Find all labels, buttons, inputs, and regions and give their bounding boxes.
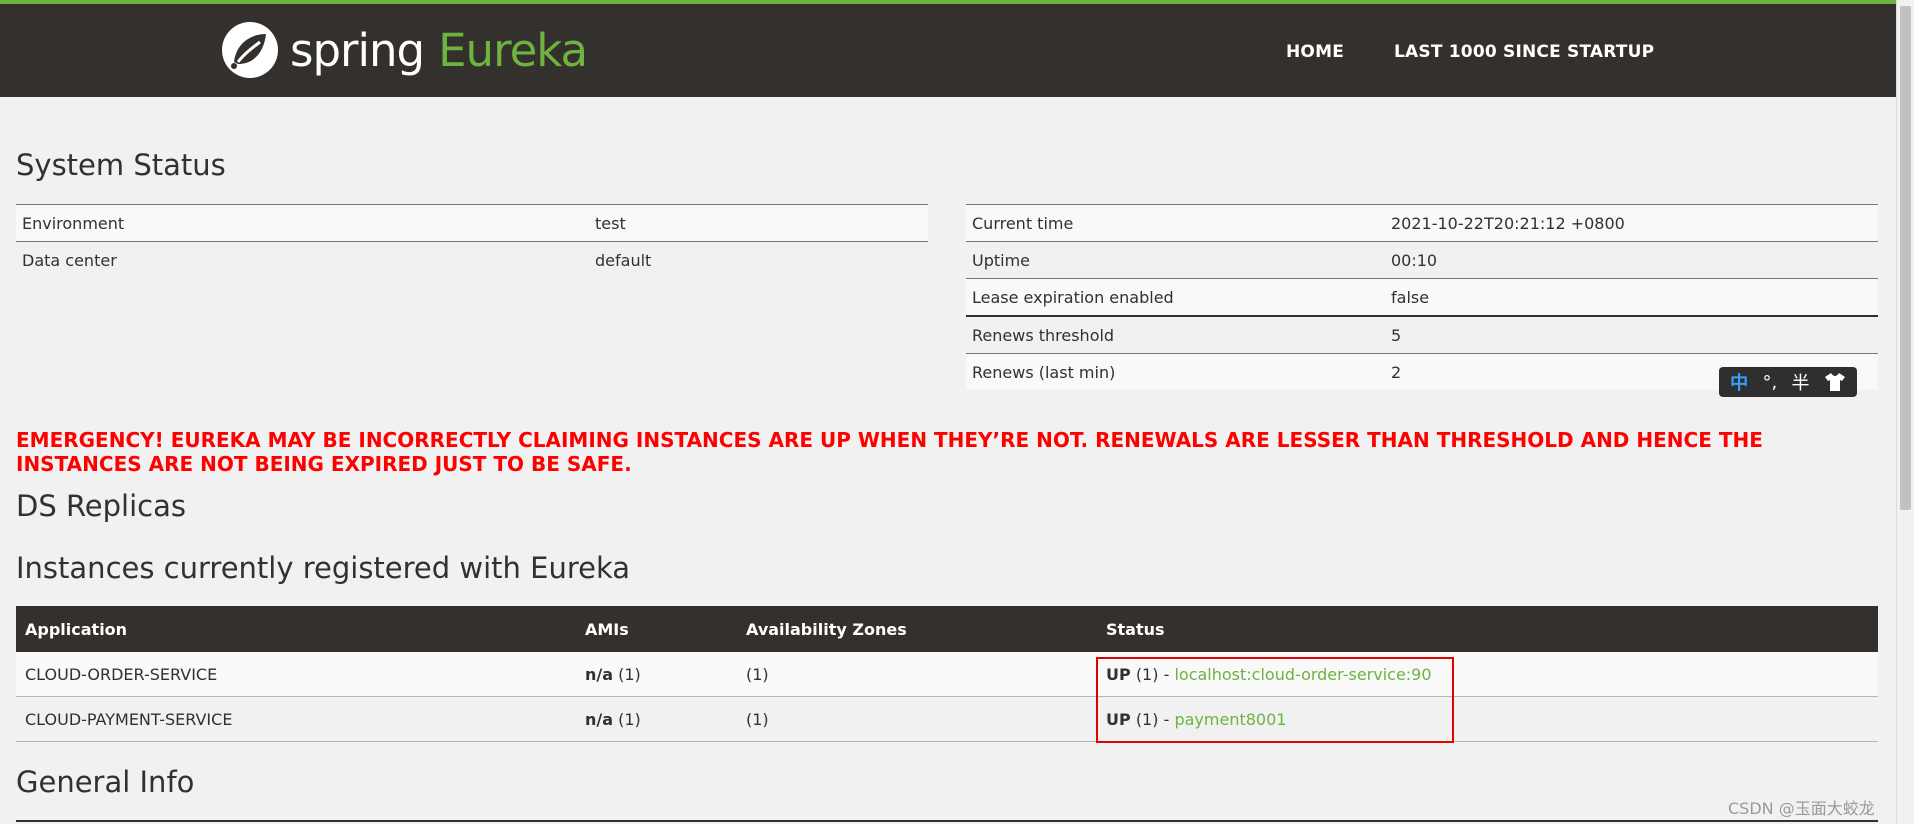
amis-value: n/a xyxy=(585,709,614,729)
table-row: Environment test xyxy=(16,204,928,242)
amis-count: (1) xyxy=(618,709,641,729)
status-highlight-box xyxy=(1096,657,1454,743)
amis-value: n/a xyxy=(585,664,614,684)
spring-leaf-icon xyxy=(222,22,278,78)
status-key: Data center xyxy=(16,241,589,278)
column-header-application: Application xyxy=(16,606,576,652)
brand-eureka: Eureka xyxy=(438,23,588,77)
table-row: Renews threshold 5 xyxy=(966,315,1878,354)
status-value: false xyxy=(1385,278,1878,316)
status-value: 2021-10-22T20:21:12 +0800 xyxy=(1385,204,1878,242)
amis-count: (1) xyxy=(618,664,641,684)
application-name: CLOUD-PAYMENT-SERVICE xyxy=(16,696,576,742)
ime-width-toggle[interactable]: 半 xyxy=(1792,369,1810,395)
vertical-scrollbar[interactable] xyxy=(1896,0,1914,824)
spring-eureka-logo[interactable]: spring Eureka xyxy=(220,20,588,80)
nav-last1000-link[interactable]: LAST 1000 SINCE STARTUP xyxy=(1394,42,1654,62)
scrollbar-thumb[interactable] xyxy=(1900,6,1911,510)
availability-zones-cell: (1) xyxy=(737,696,1097,742)
status-value: default xyxy=(589,241,928,278)
table-row: Lease expiration enabled false xyxy=(966,278,1878,316)
status-value: 00:10 xyxy=(1385,241,1878,279)
status-key: Renews threshold xyxy=(966,315,1385,354)
navbar: spring Eureka HOME LAST 1000 SINCE START… xyxy=(0,4,1897,97)
shirt-icon[interactable] xyxy=(1824,372,1846,392)
table-header-row: Application AMIs Availability Zones Stat… xyxy=(16,606,1878,652)
ime-language-toggle[interactable]: 中 xyxy=(1730,369,1748,395)
instances-heading: Instances currently registered with Eure… xyxy=(16,551,631,585)
ds-replicas-heading: DS Replicas xyxy=(16,489,186,523)
emergency-warning: EMERGENCY! EUREKA MAY BE INCORRECTLY CLA… xyxy=(16,428,1763,476)
status-key: Environment xyxy=(16,204,589,242)
status-value: test xyxy=(589,204,928,242)
system-status-left-table: Environment test Data center default xyxy=(16,204,928,278)
brand-spring: spring xyxy=(290,23,425,77)
column-header-amis: AMIs xyxy=(576,606,737,652)
column-header-availability-zones: Availability Zones xyxy=(737,606,1097,652)
ime-punctuation-toggle[interactable]: °, xyxy=(1762,372,1777,393)
table-row: Data center default xyxy=(16,241,928,278)
csdn-watermark: CSDN @玉面大蛟龙 xyxy=(1728,799,1875,818)
status-key: Renews (last min) xyxy=(966,353,1385,390)
application-name: CLOUD-ORDER-SERVICE xyxy=(16,652,576,697)
column-header-status: Status xyxy=(1097,606,1878,652)
instances-table: Application AMIs Availability Zones Stat… xyxy=(16,606,1878,742)
status-key: Uptime xyxy=(966,241,1385,279)
amis-cell: n/a (1) xyxy=(576,696,737,742)
table-row: Current time 2021-10-22T20:21:12 +0800 xyxy=(966,204,1878,242)
status-value: 5 xyxy=(1385,315,1878,354)
table-row: CLOUD-PAYMENT-SERVICE n/a (1) (1) UP (1)… xyxy=(16,696,1878,742)
status-key: Lease expiration enabled xyxy=(966,278,1385,316)
status-key: Current time xyxy=(966,204,1385,242)
nav-home-link[interactable]: HOME xyxy=(1286,42,1344,62)
ime-toolbar[interactable]: 中 °, 半 xyxy=(1719,367,1857,397)
nav-links: HOME LAST 1000 SINCE STARTUP xyxy=(1286,42,1654,62)
general-info-divider xyxy=(16,820,1878,822)
table-row: CLOUD-ORDER-SERVICE n/a (1) (1) UP (1) -… xyxy=(16,652,1878,697)
system-status-right-table: Current time 2021-10-22T20:21:12 +0800 U… xyxy=(966,204,1878,390)
amis-cell: n/a (1) xyxy=(576,652,737,697)
table-row: Uptime 00:10 xyxy=(966,241,1878,279)
system-status-heading: System Status xyxy=(16,148,226,182)
availability-zones-cell: (1) xyxy=(737,652,1097,697)
general-info-heading: General Info xyxy=(16,765,195,799)
